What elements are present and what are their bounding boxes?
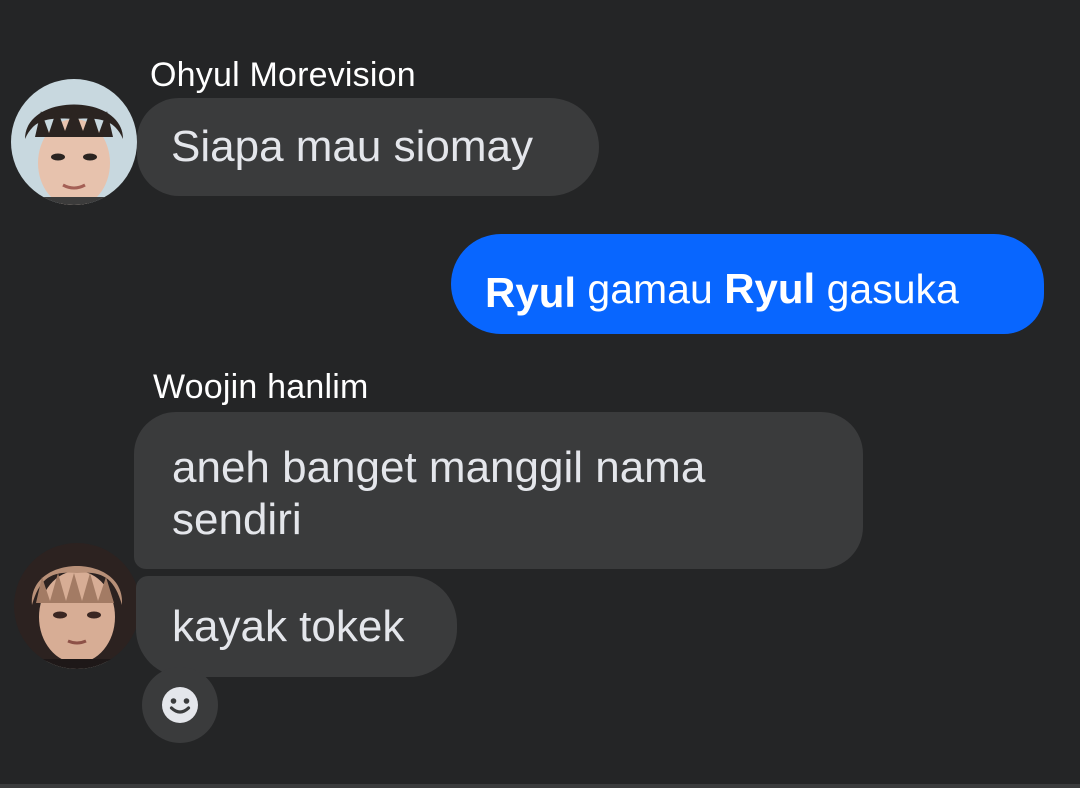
message-text: kayak tokek bbox=[172, 602, 405, 651]
reaction-button[interactable] bbox=[142, 667, 218, 743]
avatar-ohyul[interactable] bbox=[11, 79, 137, 205]
portrait-photo-icon bbox=[11, 79, 137, 205]
portrait-photo-icon bbox=[14, 543, 140, 669]
sender-name-woojin: Woojin hanlim bbox=[153, 368, 369, 406]
message-bubble-siomay[interactable]: Siapa mau siomay bbox=[137, 98, 599, 196]
sender-name-ohyul: Ohyul Morevision bbox=[150, 56, 416, 94]
message-text-part-ryul-2: Ryul bbox=[724, 265, 816, 312]
bottom-divider bbox=[0, 784, 1080, 788]
message-bubble-ryul[interactable]: Ryul gamau Ryul gasuka bbox=[451, 234, 1044, 334]
avatar-woojin[interactable] bbox=[14, 543, 140, 669]
message-text-part-gasuka: gasuka bbox=[826, 266, 959, 312]
chat-thread: Ohyul Morevision Siapa mau siomay Ryul g… bbox=[0, 0, 1080, 788]
message-text: aneh banget manggil nama sendiri bbox=[172, 443, 706, 544]
message-bubble-aneh[interactable]: aneh banget manggil nama sendiri bbox=[134, 412, 863, 569]
message-text-part-gamau: gamau bbox=[587, 266, 713, 312]
message-text: Siapa mau siomay bbox=[171, 122, 533, 171]
smiley-face-icon bbox=[162, 687, 198, 723]
message-bubble-kayak-tokek[interactable]: kayak tokek bbox=[136, 576, 457, 677]
message-text-part-ryul: Ryul bbox=[485, 269, 577, 316]
